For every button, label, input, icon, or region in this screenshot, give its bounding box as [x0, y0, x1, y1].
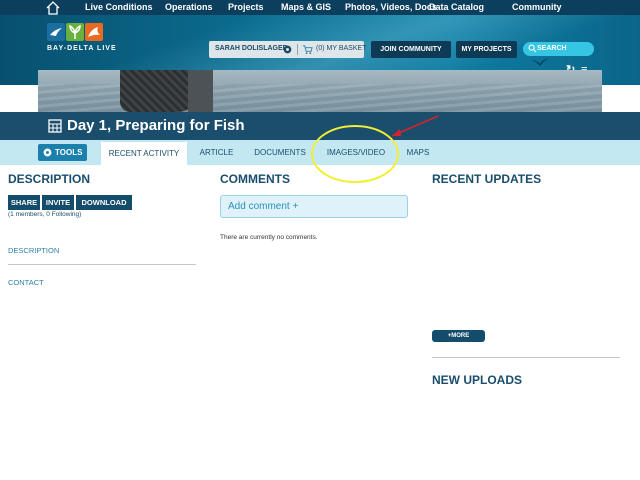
user-name[interactable]: SARAH DOLISLAGER: [215, 45, 288, 52]
page-title-bar: Day 1, Preparing for Fish: [0, 112, 640, 140]
user-account-box[interactable]: SARAH DOLISLAGER (0) MY BASKET: [209, 41, 366, 58]
logo-text: BAY-DELTA LIVE: [47, 45, 117, 52]
recent-updates-heading: RECENT UPDATES: [432, 172, 542, 186]
tab-maps[interactable]: MAPS: [402, 140, 434, 165]
updates-divider: [432, 357, 620, 358]
nav-data-catalog[interactable]: Data Catalog: [429, 2, 484, 13]
comments-heading: COMMENTS: [220, 172, 290, 186]
basket-label[interactable]: (0) MY BASKET: [316, 45, 366, 52]
user-box-divider: [297, 44, 298, 55]
nav-operations[interactable]: Operations: [165, 2, 213, 13]
my-projects-button[interactable]: MY PROJECTS: [456, 41, 517, 58]
add-comment-label: Add comment +: [228, 201, 299, 212]
sidebar-divider: [8, 264, 196, 265]
invite-button[interactable]: INVITE: [42, 195, 74, 210]
search-input[interactable]: SEARCH: [537, 45, 567, 52]
photo-shadow-figure: [188, 70, 213, 112]
project-header-photo: [38, 70, 602, 112]
contact-link[interactable]: CONTACT: [8, 278, 44, 287]
members-count: (1 members, 0 Following): [8, 211, 82, 218]
tab-article[interactable]: ARTICLE: [196, 140, 237, 165]
new-uploads-heading: NEW UPLOADS: [432, 373, 522, 387]
nav-projects[interactable]: Projects: [228, 2, 264, 13]
gear-icon[interactable]: [282, 44, 293, 55]
photo-net-figure: [120, 70, 198, 112]
nav-live-conditions[interactable]: Live Conditions: [85, 2, 153, 13]
more-button[interactable]: +MORE: [432, 330, 485, 342]
home-icon[interactable]: [45, 0, 61, 15]
download-button[interactable]: DOWNLOAD: [76, 195, 132, 210]
gear-icon: [43, 148, 52, 157]
logo-fish-tile: [85, 23, 103, 41]
search-icon: [528, 44, 537, 53]
tab-recent-activity[interactable]: RECENT ACTIVITY: [101, 142, 187, 165]
tools-label: TOOLS: [55, 148, 83, 157]
logo-bird-tile: [47, 23, 65, 41]
bird-logo-icon: [50, 28, 62, 36]
share-button[interactable]: SHARE: [8, 195, 40, 210]
add-comment-button[interactable]: Add comment +: [220, 195, 408, 218]
tab-bar: TOOLS RECENT ACTIVITY ARTICLE DOCUMENTS …: [0, 140, 640, 165]
description-heading: DESCRIPTION: [8, 172, 91, 186]
no-comments-message: There are currently no comments.: [220, 234, 318, 241]
page-title: Day 1, Preparing for Fish: [67, 117, 245, 134]
nav-maps-gis[interactable]: Maps & GIS: [281, 2, 331, 13]
basket-cart-icon[interactable]: [302, 44, 313, 55]
tab-documents[interactable]: DOCUMENTS: [250, 140, 310, 165]
top-navigation-bar: Live Conditions Operations Projects Maps…: [0, 0, 640, 15]
description-link[interactable]: DESCRIPTION: [8, 246, 59, 255]
calendar-grid-icon: [48, 119, 62, 133]
logo-plant-tile: [66, 23, 84, 41]
tools-button[interactable]: TOOLS: [38, 144, 87, 161]
nav-community[interactable]: Community: [512, 2, 562, 13]
fish-logo-icon: [88, 27, 100, 37]
tab-images-video[interactable]: IMAGES/VIDEO: [322, 140, 390, 165]
nav-photos-videos-docs[interactable]: Photos, Videos, Docs: [345, 2, 437, 13]
plant-logo-icon: [69, 24, 81, 39]
join-community-button[interactable]: JOIN COMMUNITY: [371, 41, 451, 58]
